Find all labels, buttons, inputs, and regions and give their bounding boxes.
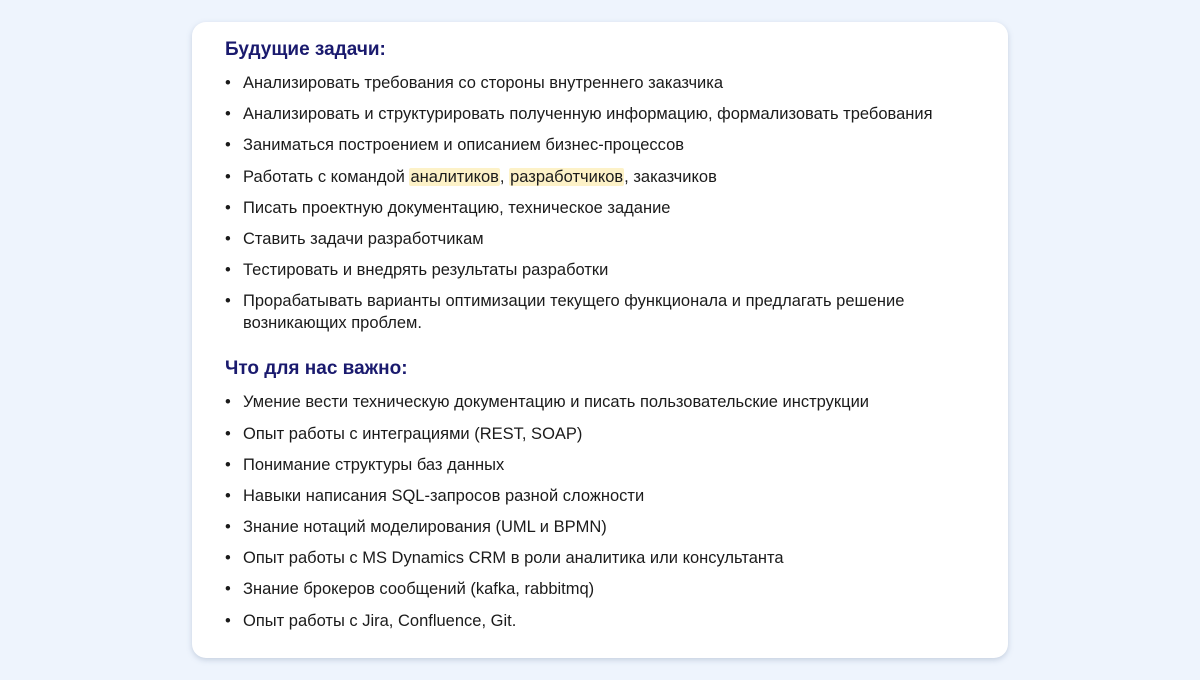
highlight-analysts: аналитиков: [409, 167, 500, 186]
list-item: • Писать проектную документацию, техничес…: [225, 197, 968, 219]
list-item-text: Прорабатывать варианты оптимизации текущ…: [243, 292, 905, 333]
list-item: • Опыт работы с Jira, Confluence, Git.: [225, 610, 968, 632]
list-item-text: Опыт работы с интеграциями (REST, SOAP): [243, 424, 583, 443]
list-item: • Заниматься построением и описанием бизн…: [225, 134, 968, 156]
bullet-icon: •: [225, 549, 231, 568]
list-item: • Знание нотаций моделирования (UML и BPM…: [225, 516, 968, 538]
list-item: • Ставить задачи разработчикам: [225, 228, 968, 250]
list-item-text: Опыт работы с MS Dynamics CRM в роли ана…: [243, 549, 784, 568]
list-item-text: Ставить задачи разработчикам: [243, 229, 484, 248]
list-item-text: Знание нотаций моделирования (UML и BPMN…: [243, 518, 607, 537]
list-item: • Навыки написания SQL-запросов разной сл…: [225, 485, 968, 507]
highlight-developers: разработчиков: [509, 167, 625, 186]
bullet-icon: •: [225, 486, 231, 505]
job-description-card: Будущие задачи: • Анализировать требовани…: [192, 22, 1008, 658]
list-item-text: Заниматься построением и описанием бизне…: [243, 136, 685, 155]
list-item-text: Анализировать требования со стороны внут…: [243, 74, 724, 92]
list-item-text: Писать проектную документацию, техническ…: [243, 198, 671, 217]
bullet-icon: •: [225, 292, 231, 311]
requirements-title: Что для нас важно:: [225, 358, 408, 380]
list-item: • Знание брокеров сообщений (kafka, rabbi…: [225, 578, 968, 600]
list-item: • Опыт работы с MS Dynamics CRM в роли ан…: [225, 547, 968, 569]
bullet-icon: •: [225, 611, 231, 630]
list-item: • Тестировать и внедрять результаты разра…: [225, 259, 968, 281]
bullet-icon: •: [225, 229, 231, 248]
list-item-text: Навыки написания SQL-запросов разной сло…: [243, 486, 645, 505]
list-item-text: Понимание структуры баз данных: [243, 455, 505, 474]
list-item: • Понимание структуры баз данных: [225, 454, 968, 476]
bullet-icon: •: [225, 198, 231, 217]
list-item: • Анализировать и структурировать получен…: [225, 103, 968, 125]
bullet-icon: •: [225, 424, 231, 443]
list-item-text: Анализировать и структурировать полученн…: [243, 105, 933, 124]
bullet-icon: •: [225, 455, 231, 474]
bullet-icon: •: [225, 393, 231, 412]
bullet-icon: •: [225, 167, 231, 186]
list-item: • Умение вести техническую документацию и…: [225, 391, 968, 413]
list-item-text: Опыт работы с Jira, Confluence, Git.: [243, 611, 517, 630]
list-item-text: Тестировать и внедрять результаты разраб…: [243, 261, 609, 280]
list-item: • Опыт работы с интеграциями (REST, SOAP): [225, 423, 968, 445]
bullet-icon: •: [225, 105, 231, 124]
bullet-icon: •: [225, 136, 231, 155]
future-tasks-title: Будущие задачи:: [225, 39, 386, 60]
list-item-text-prefix: Работать с командой: [243, 167, 410, 186]
bullet-icon: •: [225, 518, 231, 537]
bullet-icon: •: [225, 74, 231, 92]
list-item-text: Умение вести техническую документацию и …: [243, 393, 870, 412]
list-item: • Анализировать требования со стороны вну…: [225, 72, 968, 94]
requirements-list: • Умение вести техническую документацию и…: [225, 391, 968, 631]
list-item: • Прорабатывать варианты оптимизации теку…: [225, 290, 968, 334]
bullet-icon: •: [225, 580, 231, 599]
list-item-highlighted: • Работать с командой аналитиков, разрабо…: [225, 166, 968, 188]
list-item-text: Знание брокеров сообщений (kafka, rabbit…: [243, 580, 595, 599]
list-item-text-sep: ,: [499, 167, 510, 186]
list-item-text-suffix: , заказчиков: [624, 167, 717, 186]
bullet-icon: •: [225, 261, 231, 280]
future-tasks-list: • Анализировать требования со стороны вну…: [225, 72, 968, 334]
